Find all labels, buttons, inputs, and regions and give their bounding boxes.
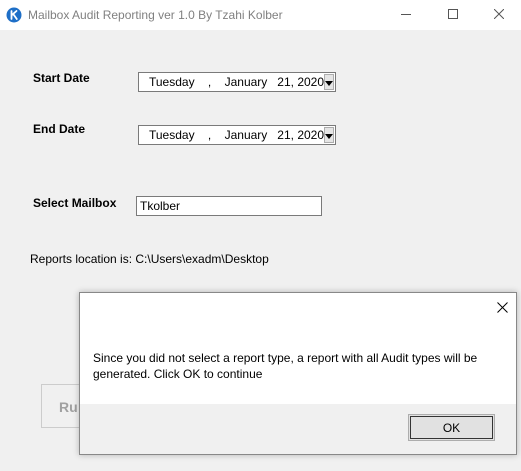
start-date-weekday: Tuesday (149, 75, 195, 89)
start-date-label: Start Date (33, 71, 90, 85)
dialog-message: Since you did not select a report type, … (93, 351, 478, 381)
end-date-label: End Date (33, 122, 86, 136)
chevron-down-icon (325, 75, 334, 89)
end-date-picker[interactable]: Tuesday , January 21, 2020 (138, 125, 336, 145)
dialog-footer: OK (80, 404, 516, 454)
app-k-icon (6, 7, 22, 23)
end-date-sep: , (207, 128, 212, 142)
chevron-down-icon (325, 128, 334, 142)
start-date-day-year: 21, 2020 (277, 75, 325, 89)
minimize-button[interactable] (383, 0, 429, 30)
title-bar[interactable]: Mailbox Audit Reporting ver 1.0 By Tzahi… (0, 0, 521, 30)
ok-button[interactable]: OK (408, 414, 495, 441)
window-title: Mailbox Audit Reporting ver 1.0 By Tzahi… (28, 8, 283, 22)
maximize-icon (448, 8, 458, 22)
message-dialog: Since you did not select a report type, … (79, 292, 517, 455)
minimize-icon (401, 8, 411, 22)
start-date-value: Tuesday , January 21, 2020 (139, 75, 324, 89)
maximize-button[interactable] (430, 0, 476, 30)
close-icon (493, 8, 505, 22)
start-date-picker[interactable]: Tuesday , January 21, 2020 (138, 72, 336, 92)
close-button[interactable] (476, 0, 521, 30)
end-date-dropdown-button[interactable] (324, 127, 335, 143)
mailbox-input[interactable]: Tkolber (136, 196, 322, 216)
start-date-dropdown-button[interactable] (324, 74, 335, 90)
end-date-value: Tuesday , January 21, 2020 (139, 128, 324, 142)
select-mailbox-label: Select Mailbox (33, 196, 117, 210)
end-date-month: January (224, 128, 268, 142)
start-date-sep: , (207, 75, 212, 89)
dialog-close-button[interactable] (494, 301, 510, 317)
end-date-day-year: 21, 2020 (277, 128, 325, 142)
end-date-weekday: Tuesday (149, 128, 195, 142)
start-date-month: January (224, 75, 268, 89)
reports-location-text: Reports location is: C:\Users\exadm\Desk… (30, 252, 269, 266)
close-icon (496, 302, 508, 316)
main-window: Mailbox Audit Reporting ver 1.0 By Tzahi… (0, 0, 521, 471)
